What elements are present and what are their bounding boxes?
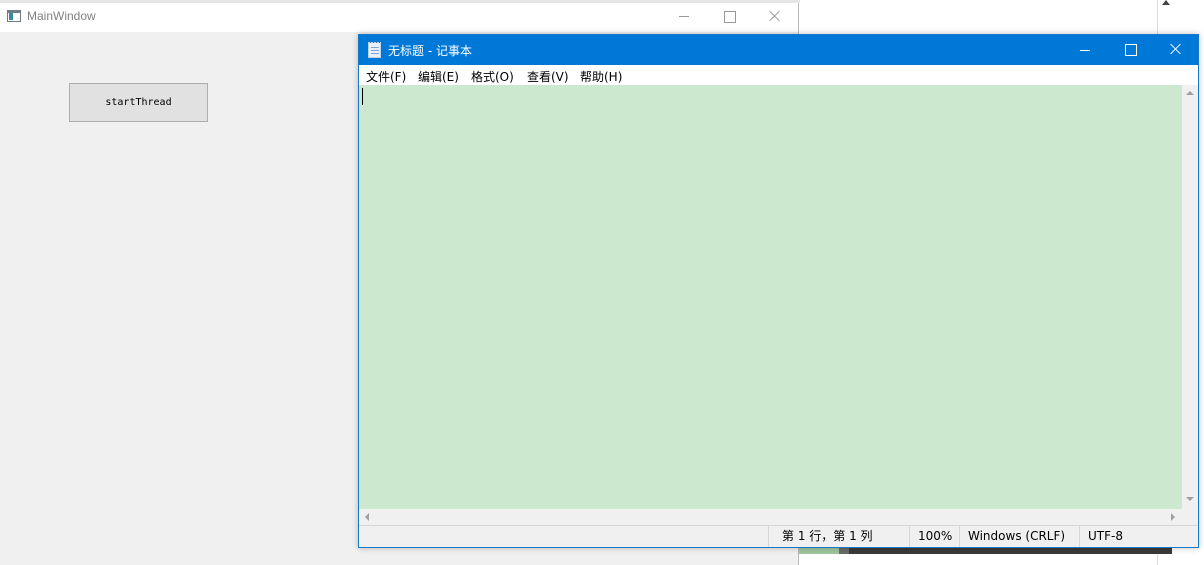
maximize-button[interactable] bbox=[706, 3, 752, 32]
text-caret bbox=[362, 88, 363, 105]
notepad-window: 无标题 - 记事本 文件(F) 编辑(E) 格式(O) 查看(V) 帮助(H) … bbox=[358, 34, 1199, 548]
status-zoom: 100% bbox=[909, 526, 959, 547]
vertical-scrollbar[interactable] bbox=[1182, 85, 1198, 509]
start-thread-button[interactable]: startThread bbox=[69, 83, 208, 122]
menu-file[interactable]: 文件(F) bbox=[366, 68, 406, 85]
scroll-left-icon[interactable] bbox=[365, 513, 369, 521]
scroll-up-arrow-icon[interactable] bbox=[1160, 0, 1172, 10]
notepad-statusbar: 第 1 行，第 1 列 100% Windows (CRLF) UTF-8 bbox=[359, 525, 1198, 547]
status-cursor-position: 第 1 行，第 1 列 bbox=[768, 526, 909, 547]
menu-view[interactable]: 查看(V) bbox=[527, 68, 569, 85]
close-icon bbox=[769, 10, 781, 22]
menu-format[interactable]: 格式(O) bbox=[471, 68, 514, 85]
horizontal-scrollbar[interactable] bbox=[359, 509, 1182, 525]
menu-edit[interactable]: 编辑(E) bbox=[418, 68, 459, 85]
status-encoding: UTF-8 bbox=[1079, 526, 1198, 547]
app-window-icon bbox=[7, 10, 21, 22]
status-line-ending: Windows (CRLF) bbox=[959, 526, 1079, 547]
menu-help[interactable]: 帮助(H) bbox=[580, 68, 622, 85]
notepad-title: 无标题 - 记事本 bbox=[388, 44, 472, 58]
close-icon bbox=[1170, 43, 1182, 55]
notepad-titlebar[interactable]: 无标题 - 记事本 bbox=[359, 35, 1198, 65]
minimize-button[interactable] bbox=[660, 3, 706, 32]
notepad-menubar: 文件(F) 编辑(E) 格式(O) 查看(V) 帮助(H) bbox=[359, 65, 1198, 85]
notepad-minimize-button[interactable] bbox=[1061, 35, 1107, 65]
scroll-down-icon[interactable] bbox=[1186, 497, 1194, 501]
close-button[interactable] bbox=[752, 3, 798, 32]
notepad-text-area[interactable] bbox=[359, 85, 1182, 509]
main-window-titlebar[interactable]: MainWindow bbox=[0, 3, 798, 32]
notepad-maximize-button[interactable] bbox=[1107, 35, 1153, 65]
scroll-right-icon[interactable] bbox=[1171, 513, 1175, 521]
scrollbar-corner bbox=[1182, 509, 1198, 525]
notepad-icon bbox=[368, 41, 381, 58]
main-window-title: MainWindow bbox=[27, 9, 96, 23]
notepad-close-button[interactable] bbox=[1153, 35, 1199, 65]
scroll-up-icon[interactable] bbox=[1186, 91, 1194, 95]
